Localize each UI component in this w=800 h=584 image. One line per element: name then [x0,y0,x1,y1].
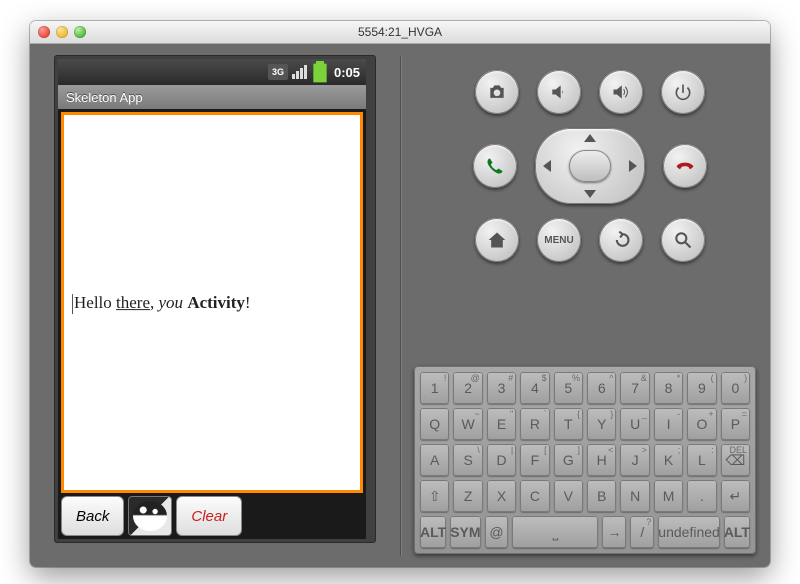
text-caret [72,294,73,314]
dpad-up[interactable] [584,134,596,142]
back-button[interactable]: Back [61,496,124,536]
key-[object object][interactable]: undefined [658,516,720,548]
key-e[interactable]: E" [487,408,516,440]
dpad-center[interactable] [569,150,611,182]
close-window-button[interactable] [38,26,50,38]
dpad [535,128,645,204]
dpad-right[interactable] [629,160,637,172]
key-.[interactable]: . [687,480,716,512]
key-o[interactable]: O+ [687,408,716,440]
minimize-window-button[interactable] [56,26,68,38]
menu-button[interactable]: MENU [537,218,581,262]
key-lang[interactable]: → [602,516,626,548]
device-screen[interactable]: 3G 0:05 [58,59,366,539]
battery-icon [312,65,328,79]
hardware-keyboard: 1!2@3#4$5%6^7&8*9(0) QW~E"R`T{Y}U_I-O+P=… [414,366,756,554]
status-clock: 0:05 [334,65,360,80]
key-a[interactable]: A [420,444,449,476]
signal-icon [292,65,308,79]
cat-image [128,496,172,536]
key-w[interactable]: W~ [453,408,482,440]
key-2[interactable]: 2@ [453,372,482,404]
key-l[interactable]: L: [687,444,716,476]
key-7[interactable]: 7& [620,372,649,404]
key-@[interactable]: @ [485,516,509,548]
key-q[interactable]: Q [420,408,449,440]
threeg-icon: 3G [268,64,288,80]
key-s[interactable]: S\ [453,444,482,476]
key-d[interactable]: D| [487,444,516,476]
key-u[interactable]: U_ [620,408,649,440]
search-button[interactable] [661,218,705,262]
key-5[interactable]: 5% [554,372,583,404]
hw-back-button[interactable] [599,218,643,262]
key-b[interactable]: B [587,480,616,512]
text-content: Hello there, you Activity! [72,291,251,315]
hardware-buttons: MENU [434,70,746,276]
key-p[interactable]: P= [721,408,750,440]
home-button[interactable] [475,218,519,262]
window-title: 5554:21_HVGA [30,25,770,39]
key-y[interactable]: Y} [587,408,616,440]
key-c[interactable]: C [520,480,549,512]
emulator-window: 5554:21_HVGA 3G [30,21,770,567]
key-9[interactable]: 9( [687,372,716,404]
clear-button[interactable]: Clear [176,496,242,536]
key-m[interactable]: M [654,480,683,512]
key-/[interactable]: /? [630,516,654,548]
key-0[interactable]: 0) [721,372,750,404]
key-shift[interactable]: ⇧ [420,480,449,512]
key-v[interactable]: V [554,480,583,512]
key-h[interactable]: H< [587,444,616,476]
android-status-bar: 3G 0:05 [58,59,366,85]
key-alt[interactable]: ALT [420,516,446,548]
power-button[interactable] [661,70,705,114]
key-g[interactable]: G] [554,444,583,476]
key-n[interactable]: N [620,480,649,512]
app-title: Skeleton App [66,90,143,105]
app-body: Hello there, you Activity! Back Clear [58,109,366,539]
call-button[interactable] [473,144,517,188]
main-text-field[interactable]: Hello there, you Activity! [61,112,363,493]
volume-down-button[interactable] [537,70,581,114]
key-4[interactable]: 4$ [520,372,549,404]
device-frame: 3G 0:05 [55,56,375,542]
window-titlebar[interactable]: 5554:21_HVGA [30,21,770,44]
key-f[interactable]: F[ [520,444,549,476]
key-enter[interactable]: ↵ [721,480,750,512]
dpad-down[interactable] [584,190,596,198]
button-row: Back Clear [61,496,363,536]
volume-up-button[interactable] [599,70,643,114]
key-1[interactable]: 1! [420,372,449,404]
key-x[interactable]: X [487,480,516,512]
key-j[interactable]: J> [620,444,649,476]
app-title-bar: Skeleton App [58,85,366,109]
end-call-button[interactable] [663,144,707,188]
key-alt[interactable]: ALT [724,516,750,548]
camera-button[interactable] [475,70,519,114]
key-space[interactable]: ⎵ [512,516,598,548]
dpad-left[interactable] [543,160,551,172]
key-sym[interactable]: SYM [450,516,480,548]
key-8[interactable]: 8* [654,372,683,404]
key-3[interactable]: 3# [487,372,516,404]
key-i[interactable]: I- [654,408,683,440]
key-6[interactable]: 6^ [587,372,616,404]
key-t[interactable]: T{ [554,408,583,440]
key-z[interactable]: Z [453,480,482,512]
key-del[interactable]: DEL⌫ [721,444,750,476]
key-k[interactable]: K; [654,444,683,476]
zoom-window-button[interactable] [74,26,86,38]
key-r[interactable]: R` [520,408,549,440]
